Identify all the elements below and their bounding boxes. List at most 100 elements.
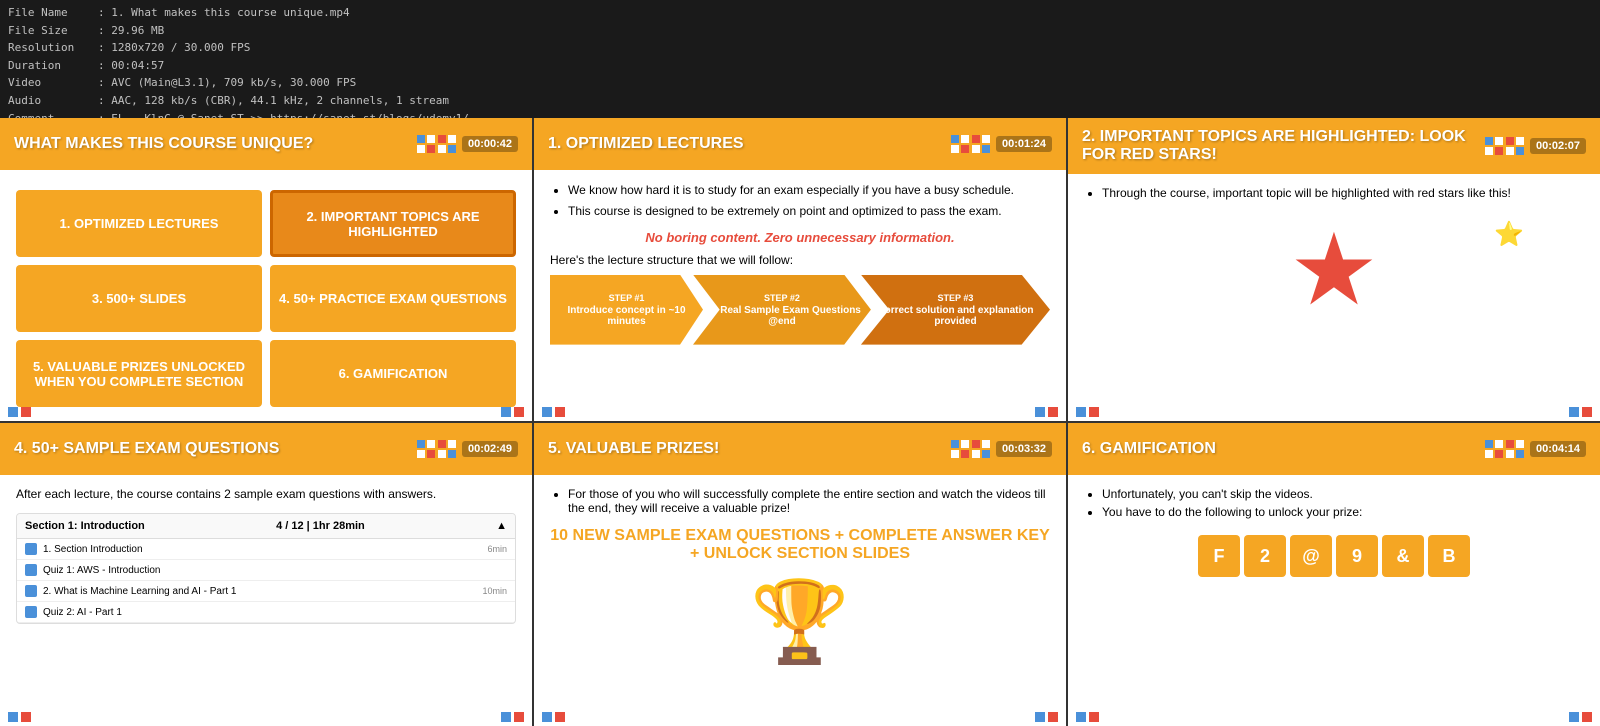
step-3: STEP #3 Correct solution and explanation… (861, 275, 1050, 345)
course-section: Section 1: Introduction 4 / 12 | 1hr 28m… (16, 513, 516, 624)
slide-5-title: 5. VALUABLE PRIZES! (548, 440, 951, 458)
code-key-1: 2 (1244, 535, 1286, 577)
step-2: STEP #2 1-2 Real Sample Exam Questions @… (693, 275, 871, 345)
filename-value: : 1. What makes this course unique.mp4 (98, 4, 350, 22)
slide-3: 2. IMPORTANT TOPICS ARE HIGHLIGHTED: LOO… (1068, 118, 1600, 421)
slide-1-header: WHAT MAKES THIS COURSE UNIQUE? 00:00:42 (0, 118, 532, 170)
checkbox-3 (25, 606, 37, 618)
slide-5-bottom-right (1035, 712, 1058, 722)
slide-1-bottom-left (8, 407, 31, 417)
code-key-0: F (1198, 535, 1240, 577)
topics-grid: 1. OPTIMIZED LECTURES 2. IMPORTANT TOPIC… (16, 190, 516, 407)
slide-4-body: After each lecture, the course contains … (0, 475, 532, 726)
topic-5: 5. VALUABLE PRIZES UNLOCKED WHEN YOU COM… (16, 340, 262, 407)
slide-4-bottom-right (501, 712, 524, 722)
pixel-icon-10 (972, 440, 990, 458)
checkbox-2 (25, 585, 37, 597)
slide-6-main-bullets: Unfortunately, you can't skip the videos… (1084, 487, 1584, 519)
item-text-3: Quiz 2: AI - Part 1 (43, 607, 507, 618)
slide-6-bottom-left (1076, 712, 1099, 722)
section-item-0: 1. Section Introduction 6min (17, 539, 515, 560)
filename-label: File Name (8, 4, 98, 22)
audio-label: Audio (8, 92, 98, 110)
slide-1: WHAT MAKES THIS COURSE UNIQUE? 00:00:42 … (0, 118, 532, 421)
slide-5-body: For those of you who will successfully c… (534, 475, 1066, 726)
pixel-icon-4 (972, 135, 990, 153)
topic-6: 6. GAMIFICATION (270, 340, 516, 407)
slide-2-bullet-2: This course is designed to be extremely … (568, 203, 1050, 220)
step-3-desc: Correct solution and explanation provide… (869, 305, 1042, 327)
step-2-desc: 1-2 Real Sample Exam Questions @end (701, 305, 863, 327)
slide-2-bottom-right (1035, 407, 1058, 417)
section-item-3: Quiz 2: AI - Part 1 (17, 602, 515, 623)
audio-value: : AAC, 128 kb/s (CBR), 44.1 kHz, 2 chann… (98, 92, 449, 110)
slide-6-bottom-right (1569, 712, 1592, 722)
slide-2-bottom-left (542, 407, 565, 417)
checkbox-0 (25, 543, 37, 555)
step-1: STEP #1 Introduce concept in ~10 minutes (550, 275, 703, 345)
slide-6-header: 6. GAMIFICATION 00:04:14 (1068, 423, 1600, 475)
slide-4-timestamp: 00:02:49 (462, 441, 518, 457)
slide-4: 4. 50+ SAMPLE EXAM QUESTIONS 00:02:49 Af… (0, 423, 532, 726)
section-item-1: Quiz 1: AWS - Introduction (17, 560, 515, 581)
trophy-container: 🏆 (550, 575, 1050, 669)
slide-2: 1. OPTIMIZED LECTURES 00:01:24 We know h… (534, 118, 1066, 421)
slide-2-header: 1. OPTIMIZED LECTURES 00:01:24 (534, 118, 1066, 170)
slide-3-title: 2. IMPORTANT TOPICS ARE HIGHLIGHTED: LOO… (1082, 128, 1485, 164)
slide-6-bullet-1: Unfortunately, you can't skip the videos… (1102, 487, 1584, 501)
item-duration-2: 10min (482, 586, 507, 596)
slide-3-body: Through the course, important topic will… (1068, 174, 1600, 421)
item-duration-0: 6min (487, 544, 507, 554)
topic-4: 4. 50+ PRACTICE EXAM QUESTIONS (270, 265, 516, 332)
slide-3-bottom-right (1569, 407, 1592, 417)
slide-2-timestamp: 00:01:24 (996, 136, 1052, 152)
slide-3-bottom-left (1076, 407, 1099, 417)
step-3-label: STEP #3 (938, 293, 974, 303)
slide-5-timestamp: 00:03:32 (996, 441, 1052, 457)
code-key-2: @ (1290, 535, 1332, 577)
section-progress: 4 / 12 | 1hr 28min (276, 520, 365, 532)
step-2-label: STEP #2 (764, 293, 800, 303)
topic-3: 3. 500+ SLIDES (16, 265, 262, 332)
slide-5-bottom-left (542, 712, 565, 722)
slide-5: 5. VALUABLE PRIZES! 00:03:32 For those o… (534, 423, 1066, 726)
slide-1-icons (417, 135, 456, 153)
slide-4-header: 4. 50+ SAMPLE EXAM QUESTIONS 00:02:49 (0, 423, 532, 475)
slide-6-title: 6. GAMIFICATION (1082, 440, 1485, 458)
slide-1-title: WHAT MAKES THIS COURSE UNIQUE? (14, 135, 417, 153)
slide-4-icons (417, 440, 456, 458)
slide-4-bottom-left (8, 712, 31, 722)
prize-headline: 10 NEW SAMPLE EXAM QUESTIONS + COMPLETE … (550, 527, 1050, 563)
item-text-0: 1. Section Introduction (43, 544, 481, 555)
slide-5-icons (951, 440, 990, 458)
duration-label: Duration (8, 57, 98, 75)
slide-5-bullets: For those of you who will successfully c… (550, 487, 1050, 515)
red-star-icon: ★ (1289, 220, 1379, 320)
slide-5-bullet-1: For those of you who will successfully c… (568, 487, 1050, 515)
topic-1: 1. OPTIMIZED LECTURES (16, 190, 262, 257)
no-boring-text: No boring content. Zero unnecessary info… (550, 230, 1050, 245)
structure-label: Here's the lecture structure that we wil… (550, 253, 1050, 267)
slide-2-icons (951, 135, 990, 153)
slides-grid: WHAT MAKES THIS COURSE UNIQUE? 00:00:42 … (0, 118, 1600, 726)
pixel-icon-5 (1485, 137, 1503, 155)
section-item-2: 2. What is Machine Learning and AI - Par… (17, 581, 515, 602)
code-key-3: 9 (1336, 535, 1378, 577)
step-1-label: STEP #1 (609, 293, 645, 303)
slide-6: 6. GAMIFICATION 00:04:14 Unfortunately, … (1068, 423, 1600, 726)
gold-star-icon: ⭐ (1494, 220, 1524, 249)
slide-2-bullet-1: We know how hard it is to study for an e… (568, 182, 1050, 199)
pixel-icon-1 (417, 135, 435, 153)
pixel-icon-9 (951, 440, 969, 458)
slide-4-title: 4. 50+ SAMPLE EXAM QUESTIONS (14, 440, 417, 458)
section-collapse-icon[interactable]: ▲ (496, 520, 507, 532)
slide-3-bullet-1: Through the course, important topic will… (1102, 186, 1584, 200)
slide-1-bottom-right (501, 407, 524, 417)
slide-1-body: 1. OPTIMIZED LECTURES 2. IMPORTANT TOPIC… (0, 170, 532, 421)
slide-1-timestamp: 00:00:42 (462, 136, 518, 152)
section-name: Section 1: Introduction (25, 520, 145, 532)
pixel-icon-3 (951, 135, 969, 153)
trophy-icon: 🏆 (750, 575, 850, 669)
video-value: : AVC (Main@L3.1), 709 kb/s, 30.000 FPS (98, 74, 356, 92)
slide-2-title: 1. OPTIMIZED LECTURES (548, 135, 951, 153)
